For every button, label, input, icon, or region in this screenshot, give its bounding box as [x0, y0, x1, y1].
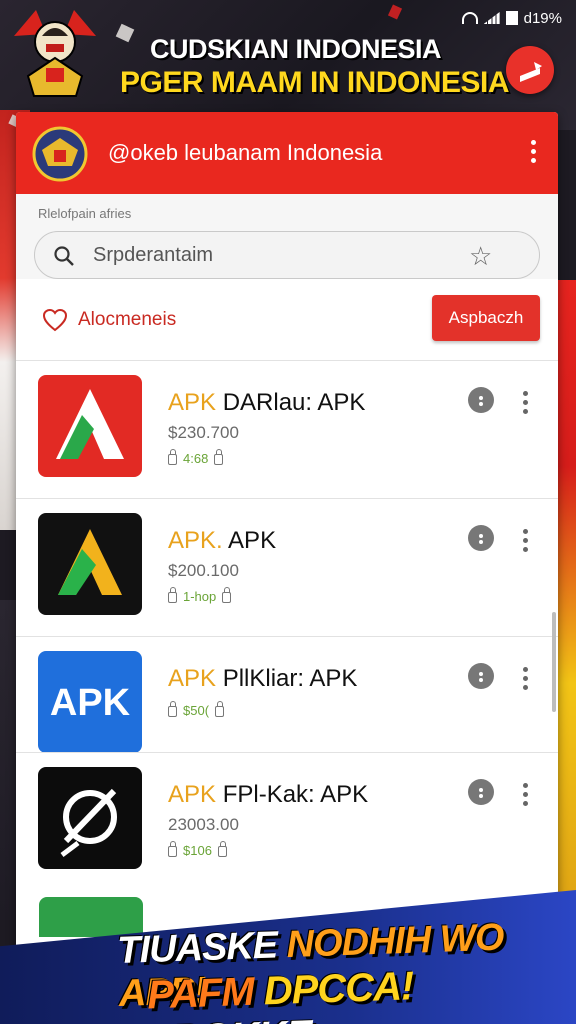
lock-icon — [217, 841, 227, 857]
search-placeholder: Srpderantaim — [93, 244, 214, 266]
status-bar: d19% — [461, 8, 562, 28]
scrollbar[interactable] — [552, 612, 556, 712]
battery-icon — [505, 11, 518, 25]
app-bar: @okeb leubanam Indonesia — [16, 112, 558, 194]
app-name: APK FPl-Kak: APK — [168, 781, 369, 808]
app-list: APK DARlau: APK $230.700 4:68 APK. APK $… — [16, 360, 558, 888]
heart-icon[interactable] — [42, 307, 68, 333]
more-options-button[interactable] — [528, 140, 538, 168]
info-button[interactable] — [468, 663, 494, 689]
filter-row: Alocmeneis Aspbaczh — [16, 279, 558, 365]
row-more-button[interactable] — [520, 667, 530, 695]
app-size: $230.700 — [168, 423, 239, 442]
wifi-icon — [461, 12, 478, 24]
app-meta: $106 — [168, 841, 227, 858]
app-icon-red-a — [38, 375, 142, 477]
search-input[interactable]: Srpderantaim ☆ — [34, 231, 540, 279]
battery-text: d19% — [523, 9, 562, 27]
app-bar-title: @okeb leubanam Indonesia — [108, 140, 383, 165]
list-item[interactable]: APK. APK $200.100 1-hop — [16, 498, 558, 636]
app-name: APK DARlau: APK — [168, 389, 366, 416]
app-meta: $50( — [168, 701, 225, 718]
info-button[interactable] — [468, 387, 494, 413]
row-more-button[interactable] — [520, 783, 530, 811]
garuda-mascot-icon — [14, 10, 96, 97]
lock-icon — [222, 587, 232, 603]
search-caption: Rlelofpain afries — [38, 206, 132, 221]
lock-icon — [168, 701, 177, 717]
app-card: @okeb leubanam Indonesia Rlelofpain afri… — [16, 112, 558, 952]
app-meta: 1-hop — [168, 587, 232, 604]
lock-icon — [168, 841, 177, 857]
banner-title: CUDSKIAN INDONESIA — [150, 34, 442, 64]
list-item[interactable]: APK DARlau: APK $230.700 4:68 — [16, 360, 558, 498]
app-icon-green-a — [38, 513, 142, 615]
info-button[interactable] — [468, 779, 494, 805]
app-name: APK. APK — [168, 527, 277, 554]
list-item[interactable]: APK APK PllKliar: APK $50( — [16, 636, 558, 753]
filter-label: Alocmeneis — [78, 309, 177, 330]
signal-icon — [483, 12, 500, 24]
app-size: 23003.00 — [168, 815, 239, 834]
app-icon-black-ring — [38, 767, 142, 869]
app-size: $200.100 — [168, 561, 239, 580]
lock-icon — [215, 701, 225, 717]
apply-button[interactable]: Aspbaczh — [432, 295, 540, 341]
row-more-button[interactable] — [520, 391, 530, 419]
search-section: Rlelofpain afries Srpderantaim ☆ Alocmen… — [16, 194, 558, 365]
info-button[interactable] — [468, 525, 494, 551]
lock-icon — [168, 449, 177, 465]
app-icon-blue-apk: APK — [38, 651, 142, 753]
lock-icon — [214, 449, 224, 465]
lock-icon — [168, 587, 177, 603]
row-more-button[interactable] — [520, 529, 530, 557]
banner-subtitle: PGER MAAM IN INDONESIA — [120, 66, 510, 99]
app-logo-icon — [32, 126, 88, 182]
svg-text:APK: APK — [50, 682, 131, 724]
star-icon[interactable]: ☆ — [469, 243, 495, 269]
share-icon — [520, 62, 542, 82]
list-item[interactable]: APK FPl-Kak: APK 23003.00 $106 — [16, 752, 558, 888]
app-meta: 4:68 — [168, 449, 224, 466]
share-button[interactable] — [506, 46, 554, 94]
search-icon — [54, 246, 74, 266]
app-name: APK PllKliar: APK — [168, 665, 358, 692]
